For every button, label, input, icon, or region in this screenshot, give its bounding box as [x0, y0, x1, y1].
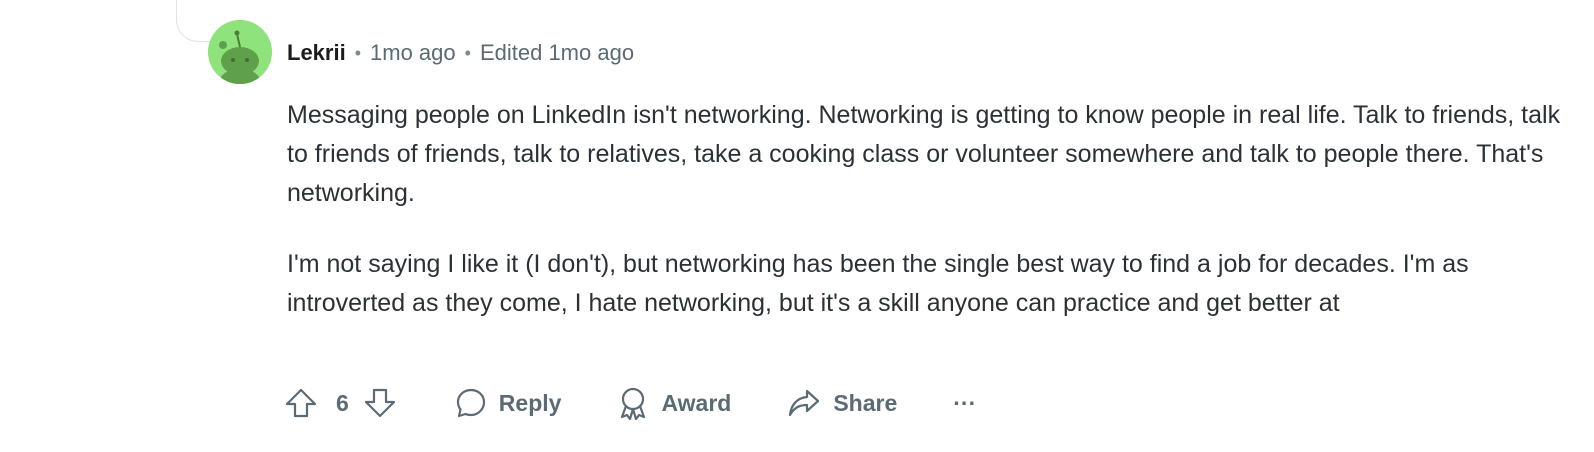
comment-meta: Lekrii • 1mo ago • Edited 1mo ago: [287, 38, 634, 68]
downvote-arrow-icon: [364, 388, 395, 418]
award-button[interactable]: Award: [617, 386, 731, 420]
comment-actions: 6 Reply Award Share ···: [284, 383, 976, 423]
reply-label: Reply: [498, 389, 562, 416]
vote-group: 6: [284, 386, 397, 420]
award-ribbon-icon: [621, 387, 646, 420]
timestamp[interactable]: 1mo ago: [370, 40, 456, 66]
ellipsis-icon: ···: [953, 389, 977, 416]
thread-connector-line: [176, 0, 210, 42]
meta-separator: •: [354, 42, 362, 63]
author-name[interactable]: Lekrii: [287, 40, 346, 66]
avatar[interactable]: [208, 20, 272, 84]
comment-body: Messaging people on LinkedIn isn't netwo…: [287, 96, 1577, 323]
edited-label: Edited 1mo ago: [479, 40, 635, 65]
comment-paragraph: I'm not saying I like it (I don't), but …: [287, 250, 1469, 317]
share-label: Share: [833, 389, 898, 416]
award-label: Award: [661, 389, 732, 416]
share-button[interactable]: Share: [787, 387, 897, 419]
upvote-arrow-icon: [285, 388, 317, 418]
downvote-button[interactable]: [363, 386, 397, 420]
share-arrow-icon: [789, 389, 820, 417]
snoo-avatar-icon: [208, 20, 272, 84]
reply-button[interactable]: Reply: [455, 387, 562, 419]
vote-count: 6: [336, 389, 349, 416]
speech-bubble-icon: [456, 388, 485, 418]
more-options-button[interactable]: ···: [953, 390, 976, 417]
meta-separator: •: [464, 42, 471, 63]
comment-paragraph: Messaging people on LinkedIn isn't netwo…: [287, 101, 1561, 207]
upvote-button[interactable]: [284, 386, 318, 420]
